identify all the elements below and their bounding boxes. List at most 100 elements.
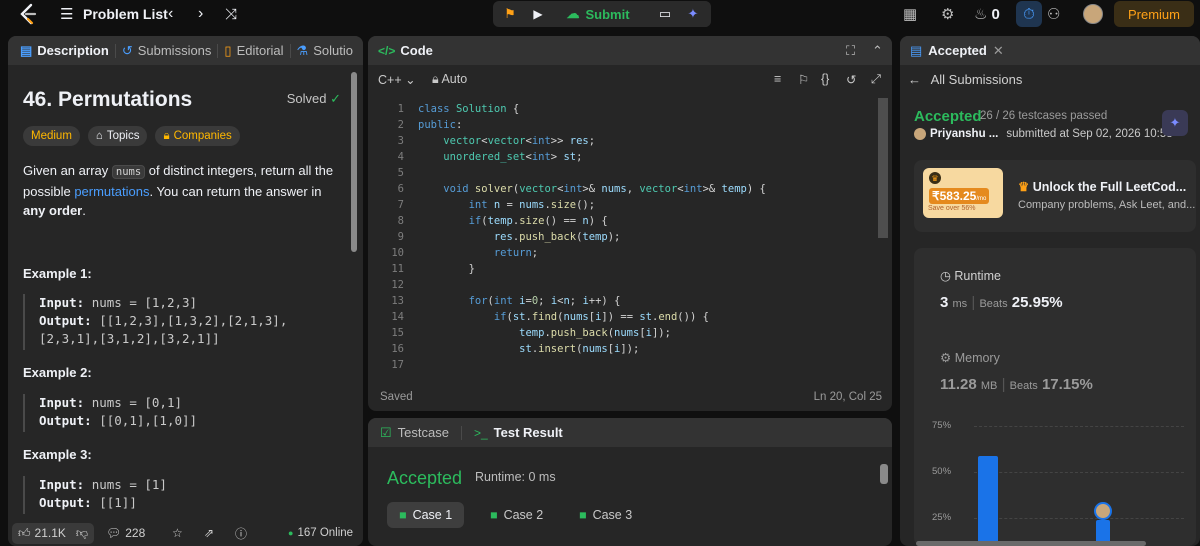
submission-scrollbar[interactable] bbox=[916, 541, 1146, 546]
submission-panel: ▤ Accepted ✕ ← All Submissions Accepted … bbox=[900, 36, 1200, 546]
format-icon[interactable]: ≡ bbox=[774, 72, 781, 86]
bookmark-icon[interactable]: ⚐ bbox=[798, 72, 809, 87]
code-line: return; bbox=[493, 247, 539, 259]
leetcode-logo[interactable] bbox=[18, 0, 40, 28]
submission-status: Accepted bbox=[914, 108, 982, 125]
top-bar: ☰ Problem List ‹ › ⤨ ⚑ ▶ ☁ Submit ▭ ✦ ▦ … bbox=[0, 0, 1200, 28]
run-button[interactable]: ▶ bbox=[525, 1, 551, 27]
online-dot-icon: ● bbox=[288, 528, 294, 538]
tab-editorial[interactable]: ▯ Editorial bbox=[224, 43, 283, 59]
test-scrollbar[interactable] bbox=[880, 464, 888, 484]
timer-icon[interactable]: ⏱ bbox=[1016, 1, 1042, 27]
tab-label: Editorial bbox=[236, 43, 284, 58]
line-number: 1 bbox=[397, 103, 404, 115]
description-scrollbar[interactable] bbox=[351, 72, 357, 252]
mode-label: Auto bbox=[441, 71, 468, 86]
prev-problem-icon[interactable]: ‹ bbox=[168, 0, 173, 28]
line-number: 15 bbox=[391, 327, 404, 339]
tab-label: Description bbox=[37, 43, 109, 58]
companies-chip[interactable]: 🔒︎ Companies bbox=[155, 126, 240, 146]
line-number: 9 bbox=[397, 231, 404, 243]
code-line: for(int i=0; i<n; i++) { bbox=[468, 295, 621, 307]
shuffle-icon[interactable]: ⤨ bbox=[225, 0, 237, 28]
problem-title[interactable]: 46. Permutations bbox=[23, 88, 192, 112]
ai-sparkle-icon[interactable]: ✦ bbox=[680, 1, 706, 27]
code-title: Code bbox=[400, 43, 433, 58]
line-number: 8 bbox=[397, 215, 404, 227]
case-1-tab[interactable]: ■ Case 1 bbox=[387, 502, 465, 528]
submit-button[interactable]: ☁ Submit bbox=[555, 1, 641, 27]
tab-test-result[interactable]: Test Result bbox=[494, 425, 563, 440]
distribution-bar[interactable] bbox=[978, 456, 998, 546]
book-icon: ▯ bbox=[224, 42, 232, 58]
maximize-icon[interactable]: ⛶ bbox=[846, 43, 855, 59]
like-button[interactable]: 👍︎ 21.1K 👎︎ bbox=[12, 522, 95, 544]
comment-icon: 💬︎ bbox=[106, 526, 122, 540]
problem-description: Given an array nums of distinct integers… bbox=[23, 161, 339, 220]
description-tabs: ▤ Description ↺ Submissions ▯ Editorial … bbox=[8, 36, 363, 65]
topics-chip[interactable]: ⌂ Topics bbox=[87, 126, 148, 146]
promo-save: Save over 56% bbox=[928, 205, 976, 212]
settings-gear-icon[interactable]: ⚙ bbox=[941, 0, 954, 28]
collapse-icon[interactable]: ⌃ bbox=[872, 43, 883, 59]
language-select[interactable]: C++ ⌄ bbox=[378, 72, 416, 87]
submission-header: ▤ Accepted ✕ bbox=[900, 36, 1200, 65]
star-icon[interactable]: ☆ bbox=[172, 526, 183, 540]
premium-promo[interactable]: ♛ ₹583.25/mo Save over 56% ♛ Unlock the … bbox=[914, 160, 1196, 232]
reset-icon[interactable]: ↺ bbox=[846, 72, 856, 87]
example-1-title: Example 1: bbox=[23, 266, 92, 281]
debug-icon[interactable]: ⚑ bbox=[497, 1, 523, 27]
problem-list-icon[interactable]: ☰ bbox=[60, 0, 73, 28]
check-icon: ■ bbox=[490, 508, 498, 522]
code-line: } bbox=[418, 263, 475, 275]
next-problem-icon[interactable]: › bbox=[198, 0, 203, 28]
tab-description[interactable]: ▤ Description bbox=[20, 43, 109, 59]
check-circle-icon: ✓ bbox=[330, 91, 341, 106]
streak-counter[interactable]: ♨ 0 bbox=[974, 0, 1000, 28]
close-icon[interactable]: ✕ bbox=[993, 43, 1004, 59]
tab-submissions[interactable]: ↺ Submissions bbox=[122, 43, 212, 59]
thumbs-down-icon[interactable]: 👎︎ bbox=[76, 526, 88, 541]
thumbs-up-icon: 👍︎ bbox=[18, 525, 31, 540]
promo-subtitle: Company problems, Ask Leet, and... bbox=[1018, 199, 1196, 211]
fullscreen-icon[interactable]: ⤢ bbox=[871, 72, 881, 87]
tab-solutions[interactable]: ⚗ Solutio bbox=[297, 43, 353, 59]
ai-sparkle-icon[interactable]: ✦ bbox=[1162, 110, 1188, 136]
avatar[interactable] bbox=[1083, 0, 1103, 28]
your-submission-marker[interactable] bbox=[1094, 502, 1112, 520]
username[interactable]: Priyanshu ... bbox=[930, 128, 998, 140]
comments-button[interactable]: 💬︎ 228 bbox=[106, 526, 145, 540]
code-line: void solver(vector<int>& nums, vector<in… bbox=[443, 183, 766, 195]
runtime-stat[interactable]: 3 ms | Beats 25.95% bbox=[940, 294, 1063, 311]
code-scrollbar[interactable] bbox=[878, 98, 888, 238]
companies-label: Companies bbox=[173, 130, 232, 142]
memory-stat[interactable]: 11.28 MB | Beats 17.15% bbox=[940, 376, 1093, 393]
all-submissions-link[interactable]: ← All Submissions bbox=[908, 72, 1022, 87]
premium-button[interactable]: Premium bbox=[1114, 1, 1194, 27]
input-label: Input: bbox=[39, 477, 85, 492]
line-number: 12 bbox=[391, 279, 404, 291]
output-value: [[1,2,3],[1,3,2],[2,1,3], bbox=[99, 313, 288, 328]
memory-chip-icon: ⚙ bbox=[940, 351, 952, 365]
braces-icon[interactable]: {} bbox=[821, 72, 829, 86]
case-label: Case 3 bbox=[592, 508, 633, 522]
auto-mode-toggle[interactable]: 🔒︎ Auto bbox=[432, 72, 467, 87]
share-icon[interactable]: ⇗ bbox=[204, 526, 214, 540]
editor-toolbar: C++ ⌄ 🔒︎ Auto ≡ ⚐ {} ↺ ⤢ bbox=[368, 66, 892, 92]
tab-accepted[interactable]: Accepted bbox=[928, 43, 987, 58]
flask-icon: ⚗ bbox=[296, 42, 309, 58]
input-value: nums = [1,2,3] bbox=[91, 295, 198, 310]
notes-icon[interactable]: ▭ bbox=[652, 1, 678, 27]
beats-label: Beats bbox=[1009, 380, 1038, 392]
testcases-passed: 26 / 26 testcases passed bbox=[980, 110, 1108, 122]
tab-testcase[interactable]: Testcase bbox=[398, 425, 449, 440]
code-line: if(temp.size() == n) { bbox=[468, 215, 608, 227]
code-line: class Solution { bbox=[418, 103, 520, 115]
case-2-tab[interactable]: ■ Case 2 bbox=[478, 502, 555, 528]
case-3-tab[interactable]: ■ Case 3 bbox=[567, 502, 644, 528]
layout-grid-icon[interactable]: ▦ bbox=[903, 0, 917, 28]
problem-list-title[interactable]: Problem List bbox=[83, 0, 168, 28]
help-icon[interactable]: ⓘ bbox=[235, 525, 247, 542]
add-friend-icon[interactable]: ⚇ bbox=[1047, 0, 1060, 28]
permutations-link[interactable]: permutations bbox=[74, 184, 149, 199]
